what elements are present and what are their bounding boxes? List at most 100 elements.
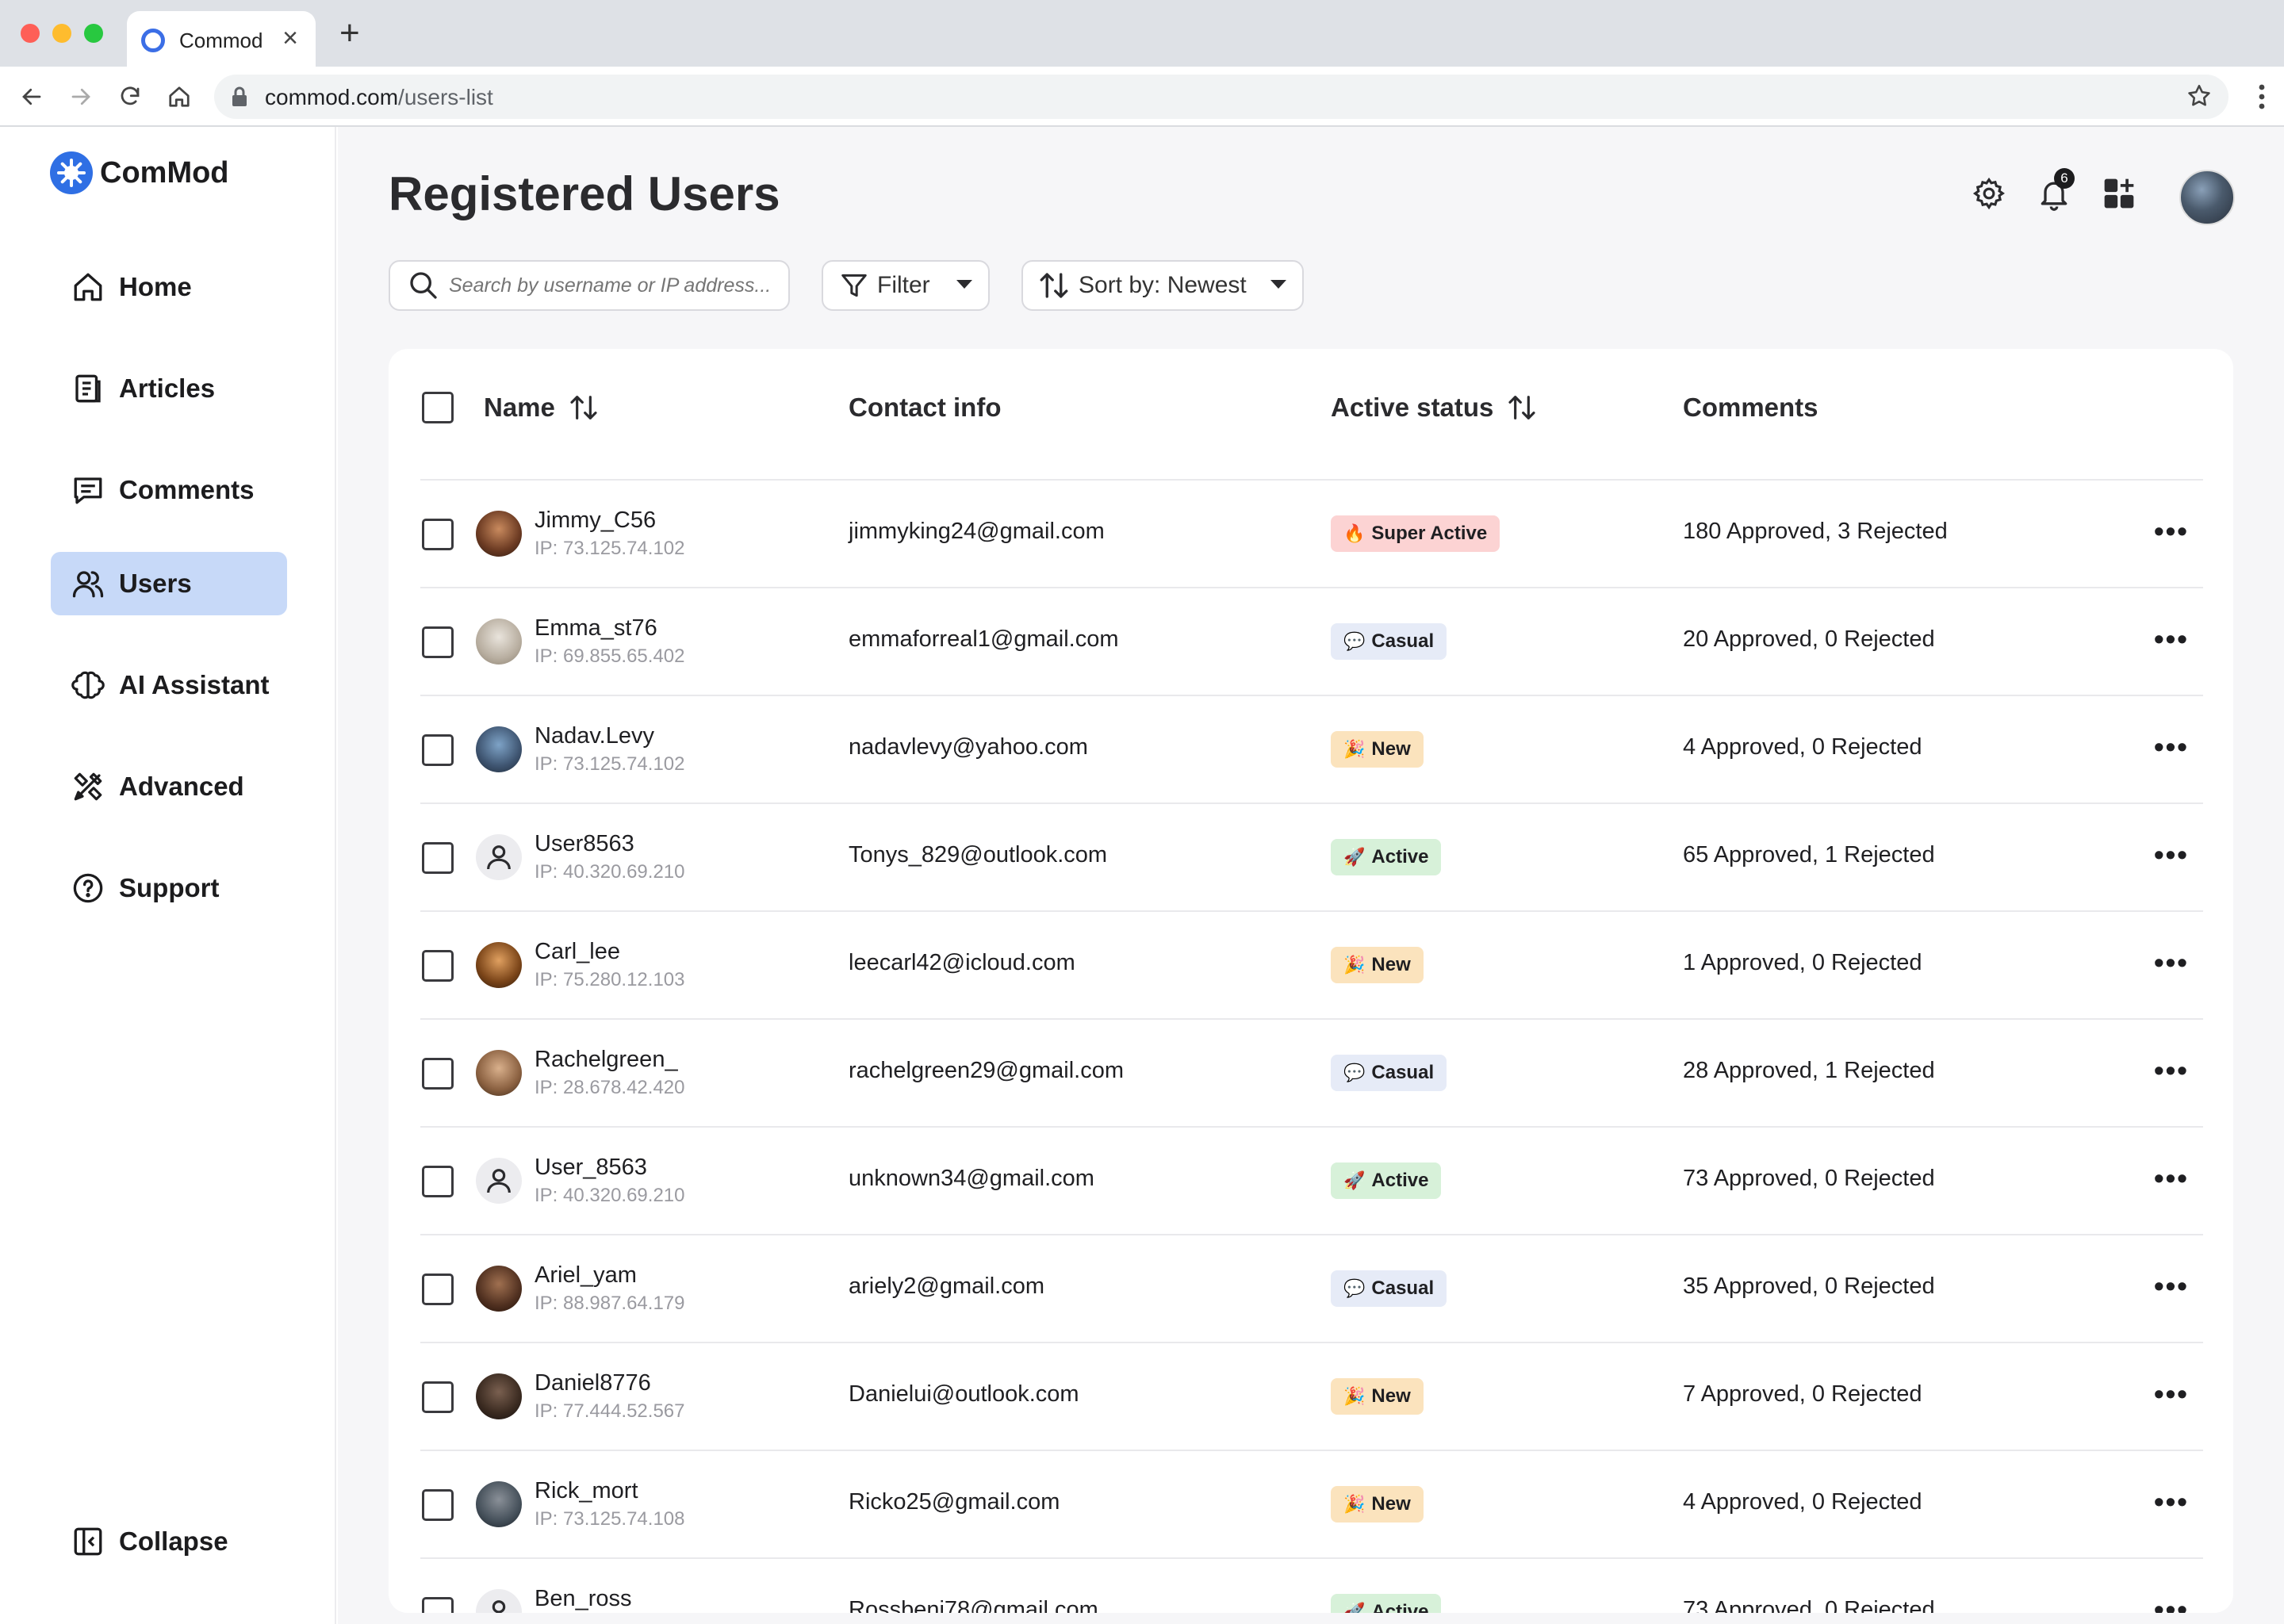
status-badge: 🔥 Super Active (1331, 515, 1500, 552)
sidebar-item-label: Advanced (119, 772, 244, 801)
window-minimize-button[interactable] (52, 24, 71, 43)
comment-stats: 180 Approved, 3 Rejected (1683, 519, 1948, 544)
table-row[interactable]: Carl_lee IP: 75.280.12.103 leecarl42@iclou… (420, 910, 2203, 1018)
more-options-icon[interactable]: ••• (2154, 515, 2189, 547)
row-checkbox[interactable] (422, 1274, 454, 1305)
sidebar-item-support[interactable]: Support (51, 856, 287, 920)
settings-icon[interactable] (1967, 171, 2011, 216)
comment-stats: 4 Approved, 0 Rejected (1683, 734, 1922, 760)
tab-close-icon[interactable]: × (282, 22, 298, 54)
table-row[interactable]: Ben_ross Rossbeni78@gmail.com 🚀 Active 73 Ap… (420, 1557, 2203, 1613)
row-checkbox[interactable] (422, 950, 454, 982)
row-checkbox[interactable] (422, 734, 454, 766)
home-icon (70, 269, 106, 305)
search-input[interactable] (449, 274, 782, 297)
row-checkbox[interactable] (422, 1058, 454, 1090)
avatar (476, 1158, 522, 1204)
more-options-icon[interactable]: ••• (2154, 947, 2189, 979)
forward-icon[interactable] (63, 79, 98, 114)
user-avatar[interactable] (2179, 170, 2235, 225)
user-name: Rachelgreen_ (535, 1047, 678, 1072)
sidebar-item-home[interactable]: Home (51, 255, 287, 319)
sidebar-item-users[interactable]: Users (51, 552, 287, 615)
sort-icon[interactable] (1506, 392, 1538, 423)
address-bar: commod.com/users-list (0, 67, 2284, 127)
filter-button[interactable]: Filter (822, 260, 990, 311)
sort-icon[interactable] (568, 392, 600, 423)
new-tab-icon[interactable]: + (339, 16, 360, 51)
select-all-checkbox[interactable] (422, 392, 454, 423)
collapse-button[interactable]: Collapse (51, 1510, 287, 1573)
url-field[interactable]: commod.com/users-list (214, 75, 2228, 119)
user-placeholder-icon (487, 845, 511, 870)
window-maximize-button[interactable] (84, 24, 103, 43)
notifications-icon[interactable]: 6 (2032, 168, 2076, 216)
filter-label: Filter (877, 272, 930, 298)
sidebar-item-ai-assistant[interactable]: AI Assistant (51, 653, 287, 717)
table-row[interactable]: Nadav.Levy IP: 73.125.74.102 nadavlevy@yah… (420, 695, 2203, 802)
reload-icon[interactable] (113, 79, 148, 114)
more-options-icon[interactable]: ••• (2154, 839, 2189, 871)
more-options-icon[interactable]: ••• (2154, 1486, 2189, 1518)
home-browser-icon[interactable] (162, 79, 197, 114)
browser-tab[interactable]: Commod × (127, 11, 316, 67)
sidebar-item-comments[interactable]: Comments (51, 458, 287, 522)
status-emoji-icon: 🔥 (1343, 523, 1366, 543)
user-ip: IP: 28.678.42.420 (535, 1077, 685, 1098)
table-row[interactable]: Daniel8776 IP: 77.444.52.567 Danielui@outl… (420, 1342, 2203, 1450)
more-options-icon[interactable]: ••• (2154, 1378, 2189, 1410)
add-widget-icon[interactable] (2097, 171, 2141, 216)
row-checkbox[interactable] (422, 1381, 454, 1413)
column-header-name[interactable]: Name (484, 389, 600, 427)
table-row[interactable]: Rick_mort IP: 73.125.74.108 Ricko25@gmail.… (420, 1450, 2203, 1557)
sort-button[interactable]: Sort by: Newest (1021, 260, 1304, 311)
user-ip: IP: 73.125.74.102 (535, 753, 685, 775)
sidebar-item-advanced[interactable]: Advanced (51, 755, 287, 818)
table-row[interactable]: Ariel_yam IP: 88.987.64.179 ariely2@gmail.… (420, 1234, 2203, 1342)
table-row[interactable]: Emma_st76 IP: 69.855.65.402 emmaforreal1@g… (420, 587, 2203, 695)
more-options-icon[interactable]: ••• (2154, 1594, 2189, 1614)
status-label: Active (1371, 1601, 1429, 1613)
more-options-icon[interactable]: ••• (2154, 1162, 2189, 1194)
table-row[interactable]: User8563 IP: 40.320.69.210 Tonys_829@outlo… (420, 802, 2203, 910)
help-icon (70, 870, 106, 906)
user-email: Rossbeni78@gmail.com (849, 1597, 1098, 1613)
more-options-icon[interactable]: ••• (2154, 623, 2189, 655)
logo-icon (50, 151, 93, 194)
status-label: New (1371, 1385, 1411, 1407)
row-checkbox[interactable] (422, 1489, 454, 1521)
user-ip: IP: 75.280.12.103 (535, 969, 685, 990)
search-box[interactable] (389, 260, 790, 311)
user-ip: IP: 88.987.64.179 (535, 1293, 685, 1314)
sidebar: ComMod Home Articles Comments Users AI A… (0, 127, 336, 1624)
bookmark-star-icon[interactable] (2186, 82, 2213, 113)
logo[interactable]: ComMod (49, 151, 229, 195)
sidebar-item-articles[interactable]: Articles (51, 357, 287, 420)
table-row[interactable]: Rachelgreen_ IP: 28.678.42.420 rachelgreen… (420, 1018, 2203, 1126)
more-options-icon[interactable]: ••• (2154, 731, 2189, 763)
more-options-icon[interactable]: ••• (2154, 1270, 2189, 1302)
table-row[interactable]: User_8563 IP: 40.320.69.210 unknown34@gmai… (420, 1126, 2203, 1234)
status-label: New (1371, 954, 1411, 975)
row-checkbox[interactable] (422, 1597, 454, 1613)
user-name: Ariel_yam (535, 1262, 637, 1288)
user-email: rachelgreen29@gmail.com (849, 1058, 1124, 1083)
avatar (476, 942, 522, 988)
more-options-icon[interactable]: ••• (2154, 1055, 2189, 1086)
row-checkbox[interactable] (422, 519, 454, 550)
user-ip: IP: 69.855.65.402 (535, 645, 685, 667)
window-close-button[interactable] (21, 24, 40, 43)
table-row[interactable]: Jimmy_C56 IP: 73.125.74.102 jimmyking24@gm… (420, 479, 2203, 587)
row-checkbox[interactable] (422, 1166, 454, 1197)
status-badge: 🎉 New (1331, 1378, 1424, 1415)
chevron-down-icon (955, 278, 974, 294)
column-header-status[interactable]: Active status (1331, 389, 1538, 427)
chevron-down-icon (1269, 278, 1288, 294)
status-emoji-icon: 🎉 (1343, 739, 1366, 759)
row-checkbox[interactable] (422, 626, 454, 658)
user-name: Rick_mort (535, 1478, 638, 1503)
browser-menu-icon[interactable] (2255, 79, 2268, 118)
sort-label: Sort by: Newest (1079, 272, 1247, 298)
row-checkbox[interactable] (422, 842, 454, 874)
back-icon[interactable] (14, 79, 49, 114)
